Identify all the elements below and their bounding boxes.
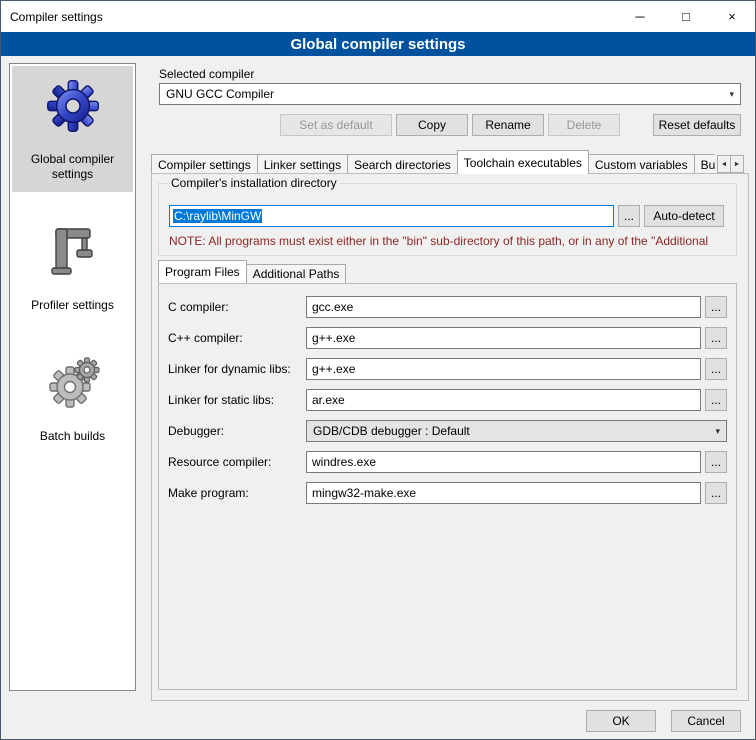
set-as-default-button: Set as default [280,114,392,136]
compiler-settings-window: Compiler settings ─ □ × Global compiler … [0,0,756,740]
close-icon[interactable]: × [709,1,755,32]
debugger-select[interactable]: GDB/CDB debugger : Default ▾ [306,420,727,442]
chevron-down-icon: ▾ [715,426,720,437]
resource-compiler-input[interactable] [306,451,701,473]
tab-scroll-left-icon[interactable]: ◄ [717,155,731,173]
toolchain-executables-panel: Compiler's installation directory C:\ray… [151,173,749,701]
maximize-icon[interactable]: □ [663,1,709,32]
program-files-subtabs: Program Files Additional Paths [158,260,346,283]
static-linker-input[interactable] [306,389,701,411]
copy-button[interactable]: Copy [396,114,468,136]
ok-button[interactable]: OK [586,710,656,732]
installation-directory-value: C:\raylib\MinGW [173,209,262,223]
browse-directory-button[interactable]: ... [618,205,640,227]
subtab-additional-paths[interactable]: Additional Paths [246,264,347,283]
sidebar-item-label: Profiler settings [31,298,114,313]
cpp-compiler-label: C++ compiler: [168,331,306,345]
gray-gears-icon [41,351,105,415]
compiler-action-buttons: Set as default Copy Rename Delete Reset … [159,114,741,136]
dialog-footer: OK Cancel [586,710,741,732]
field-row-c-compiler: C compiler: ... [168,296,727,318]
c-compiler-input[interactable] [306,296,701,318]
static-linker-label: Linker for static libs: [168,393,306,407]
field-row-make-program: Make program: ... [168,482,727,504]
field-row-dynamic-linker: Linker for dynamic libs: ... [168,358,727,380]
tab-compiler-settings[interactable]: Compiler settings [151,154,258,174]
installation-directory-row: C:\raylib\MinGW ... Auto-detect [169,205,724,227]
profiler-tool-icon [41,220,105,284]
window-title: Compiler settings [1,10,103,24]
compiler-select-value: GNU GCC Compiler [166,87,274,101]
tab-custom-variables[interactable]: Custom variables [588,154,695,174]
tab-scroll-right-icon[interactable]: ► [730,155,744,173]
tab-build-options[interactable]: Build options [694,154,715,174]
title-bar[interactable]: Compiler settings ─ □ × [1,1,755,32]
tab-scroll-buttons: ◄ ► [717,155,744,173]
field-row-resource-compiler: Resource compiler: ... [168,451,727,473]
c-compiler-label: C compiler: [168,300,306,314]
field-row-debugger: Debugger: GDB/CDB debugger : Default ▾ [168,420,727,442]
page-title: Global compiler settings [1,32,755,56]
tab-search-directories[interactable]: Search directories [347,154,458,174]
sidebar-item-profiler-settings[interactable]: Profiler settings [12,212,133,323]
sidebar-item-batch-builds[interactable]: Batch builds [12,343,133,454]
sidebar-item-label: Batch builds [40,429,105,444]
make-program-browse-button[interactable]: ... [705,482,727,504]
dynamic-linker-input[interactable] [306,358,701,380]
field-row-cpp-compiler: C++ compiler: ... [168,327,727,349]
c-compiler-browse-button[interactable]: ... [705,296,727,318]
minimize-icon[interactable]: ─ [617,1,663,32]
cancel-button[interactable]: Cancel [671,710,741,732]
blue-gear-icon [41,74,105,138]
reset-defaults-button[interactable]: Reset defaults [653,114,741,136]
make-program-label: Make program: [168,486,306,500]
cpp-compiler-input[interactable] [306,327,701,349]
program-files-panel: C compiler: ... C++ compiler: ... Linker… [158,283,737,690]
settings-sidebar: Global compiler settings Profiler se [9,63,136,691]
static-linker-browse-button[interactable]: ... [705,389,727,411]
resource-compiler-label: Resource compiler: [168,455,306,469]
caption-buttons: ─ □ × [617,1,755,32]
resource-compiler-browse-button[interactable]: ... [705,451,727,473]
field-row-static-linker: Linker for static libs: ... [168,389,727,411]
sidebar-item-label: Global compiler settings [14,152,131,182]
cpp-compiler-browse-button[interactable]: ... [705,327,727,349]
make-program-input[interactable] [306,482,701,504]
compiler-select[interactable]: GNU GCC Compiler ▾ [159,83,741,105]
subtab-program-files[interactable]: Program Files [158,260,247,283]
installation-directory-title: Compiler's installation directory [168,176,340,190]
dynamic-linker-browse-button[interactable]: ... [705,358,727,380]
settings-tabstrip: Compiler settings Linker settings Search… [151,150,744,174]
debugger-select-value: GDB/CDB debugger : Default [313,424,470,438]
tab-toolchain-executables[interactable]: Toolchain executables [457,150,589,174]
delete-button: Delete [548,114,620,136]
bin-subdirectory-note: NOTE: All programs must exist either in … [169,234,742,248]
chevron-down-icon: ▾ [729,89,734,100]
dialog-body: Global compiler settings Profiler se [1,56,755,739]
tab-linker-settings[interactable]: Linker settings [257,154,348,174]
dynamic-linker-label: Linker for dynamic libs: [168,362,306,376]
tabs-scroll-area: Compiler settings Linker settings Search… [151,150,715,174]
rename-button[interactable]: Rename [472,114,544,136]
installation-directory-group: Compiler's installation directory C:\ray… [158,183,737,256]
auto-detect-button[interactable]: Auto-detect [644,205,724,227]
sidebar-item-global-compiler-settings[interactable]: Global compiler settings [12,66,133,192]
selected-compiler-label: Selected compiler [159,67,254,81]
main-area: Selected compiler GNU GCC Compiler ▾ Set… [146,56,749,708]
debugger-label: Debugger: [168,424,306,438]
installation-directory-input[interactable]: C:\raylib\MinGW [169,205,614,227]
